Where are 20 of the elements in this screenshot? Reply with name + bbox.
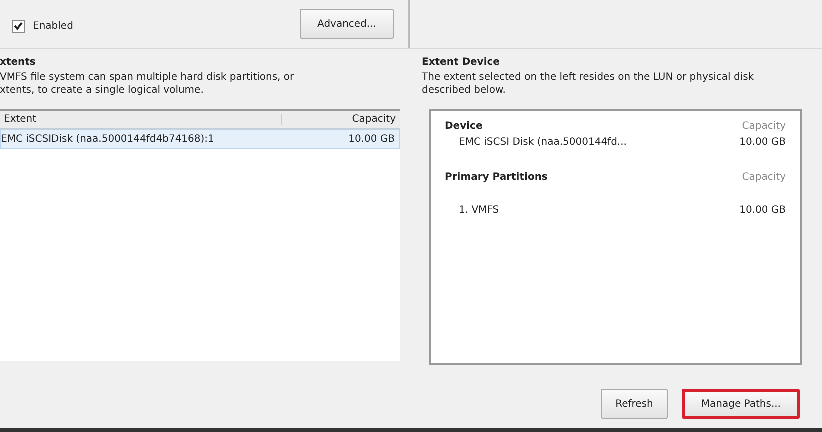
manage-paths-button[interactable]: Manage Paths... (682, 389, 800, 419)
column-header[interactable]: Capacity (281, 114, 400, 125)
table-row[interactable]: EMC iSCSIDisk (naa.5000144fd4b74168):1 10.00 GB (0, 129, 400, 149)
section-title: Extent Device (422, 57, 501, 68)
section-description: The extent selected on the left resides on the LUN or physical disk described below. (422, 71, 756, 98)
item-name: 1. VMFS (459, 205, 500, 216)
item-capacity: 10.00 GB (740, 205, 786, 216)
item-capacity: 10.00 GB (740, 137, 786, 148)
capacity-label: Capacity (742, 172, 786, 183)
capacity-label: Capacity (742, 121, 786, 132)
refresh-button[interactable]: Refresh (600, 389, 668, 419)
column-header[interactable]: Extent (0, 114, 281, 125)
section-heading: Primary Partitions (445, 172, 548, 183)
section-title: xtents (0, 57, 37, 68)
item-name: EMC iSCSI Disk (naa.5000144fd... (459, 137, 627, 148)
enabled-checkbox[interactable]: Enabled (12, 20, 74, 32)
advanced-button[interactable]: Advanced... (300, 9, 394, 39)
section-heading: Device (445, 121, 483, 132)
checkbox-icon (12, 20, 25, 32)
section-description: VMFS file system can span multiple hard disk partitions, or xtents, to create a single logical volume. (0, 71, 296, 98)
